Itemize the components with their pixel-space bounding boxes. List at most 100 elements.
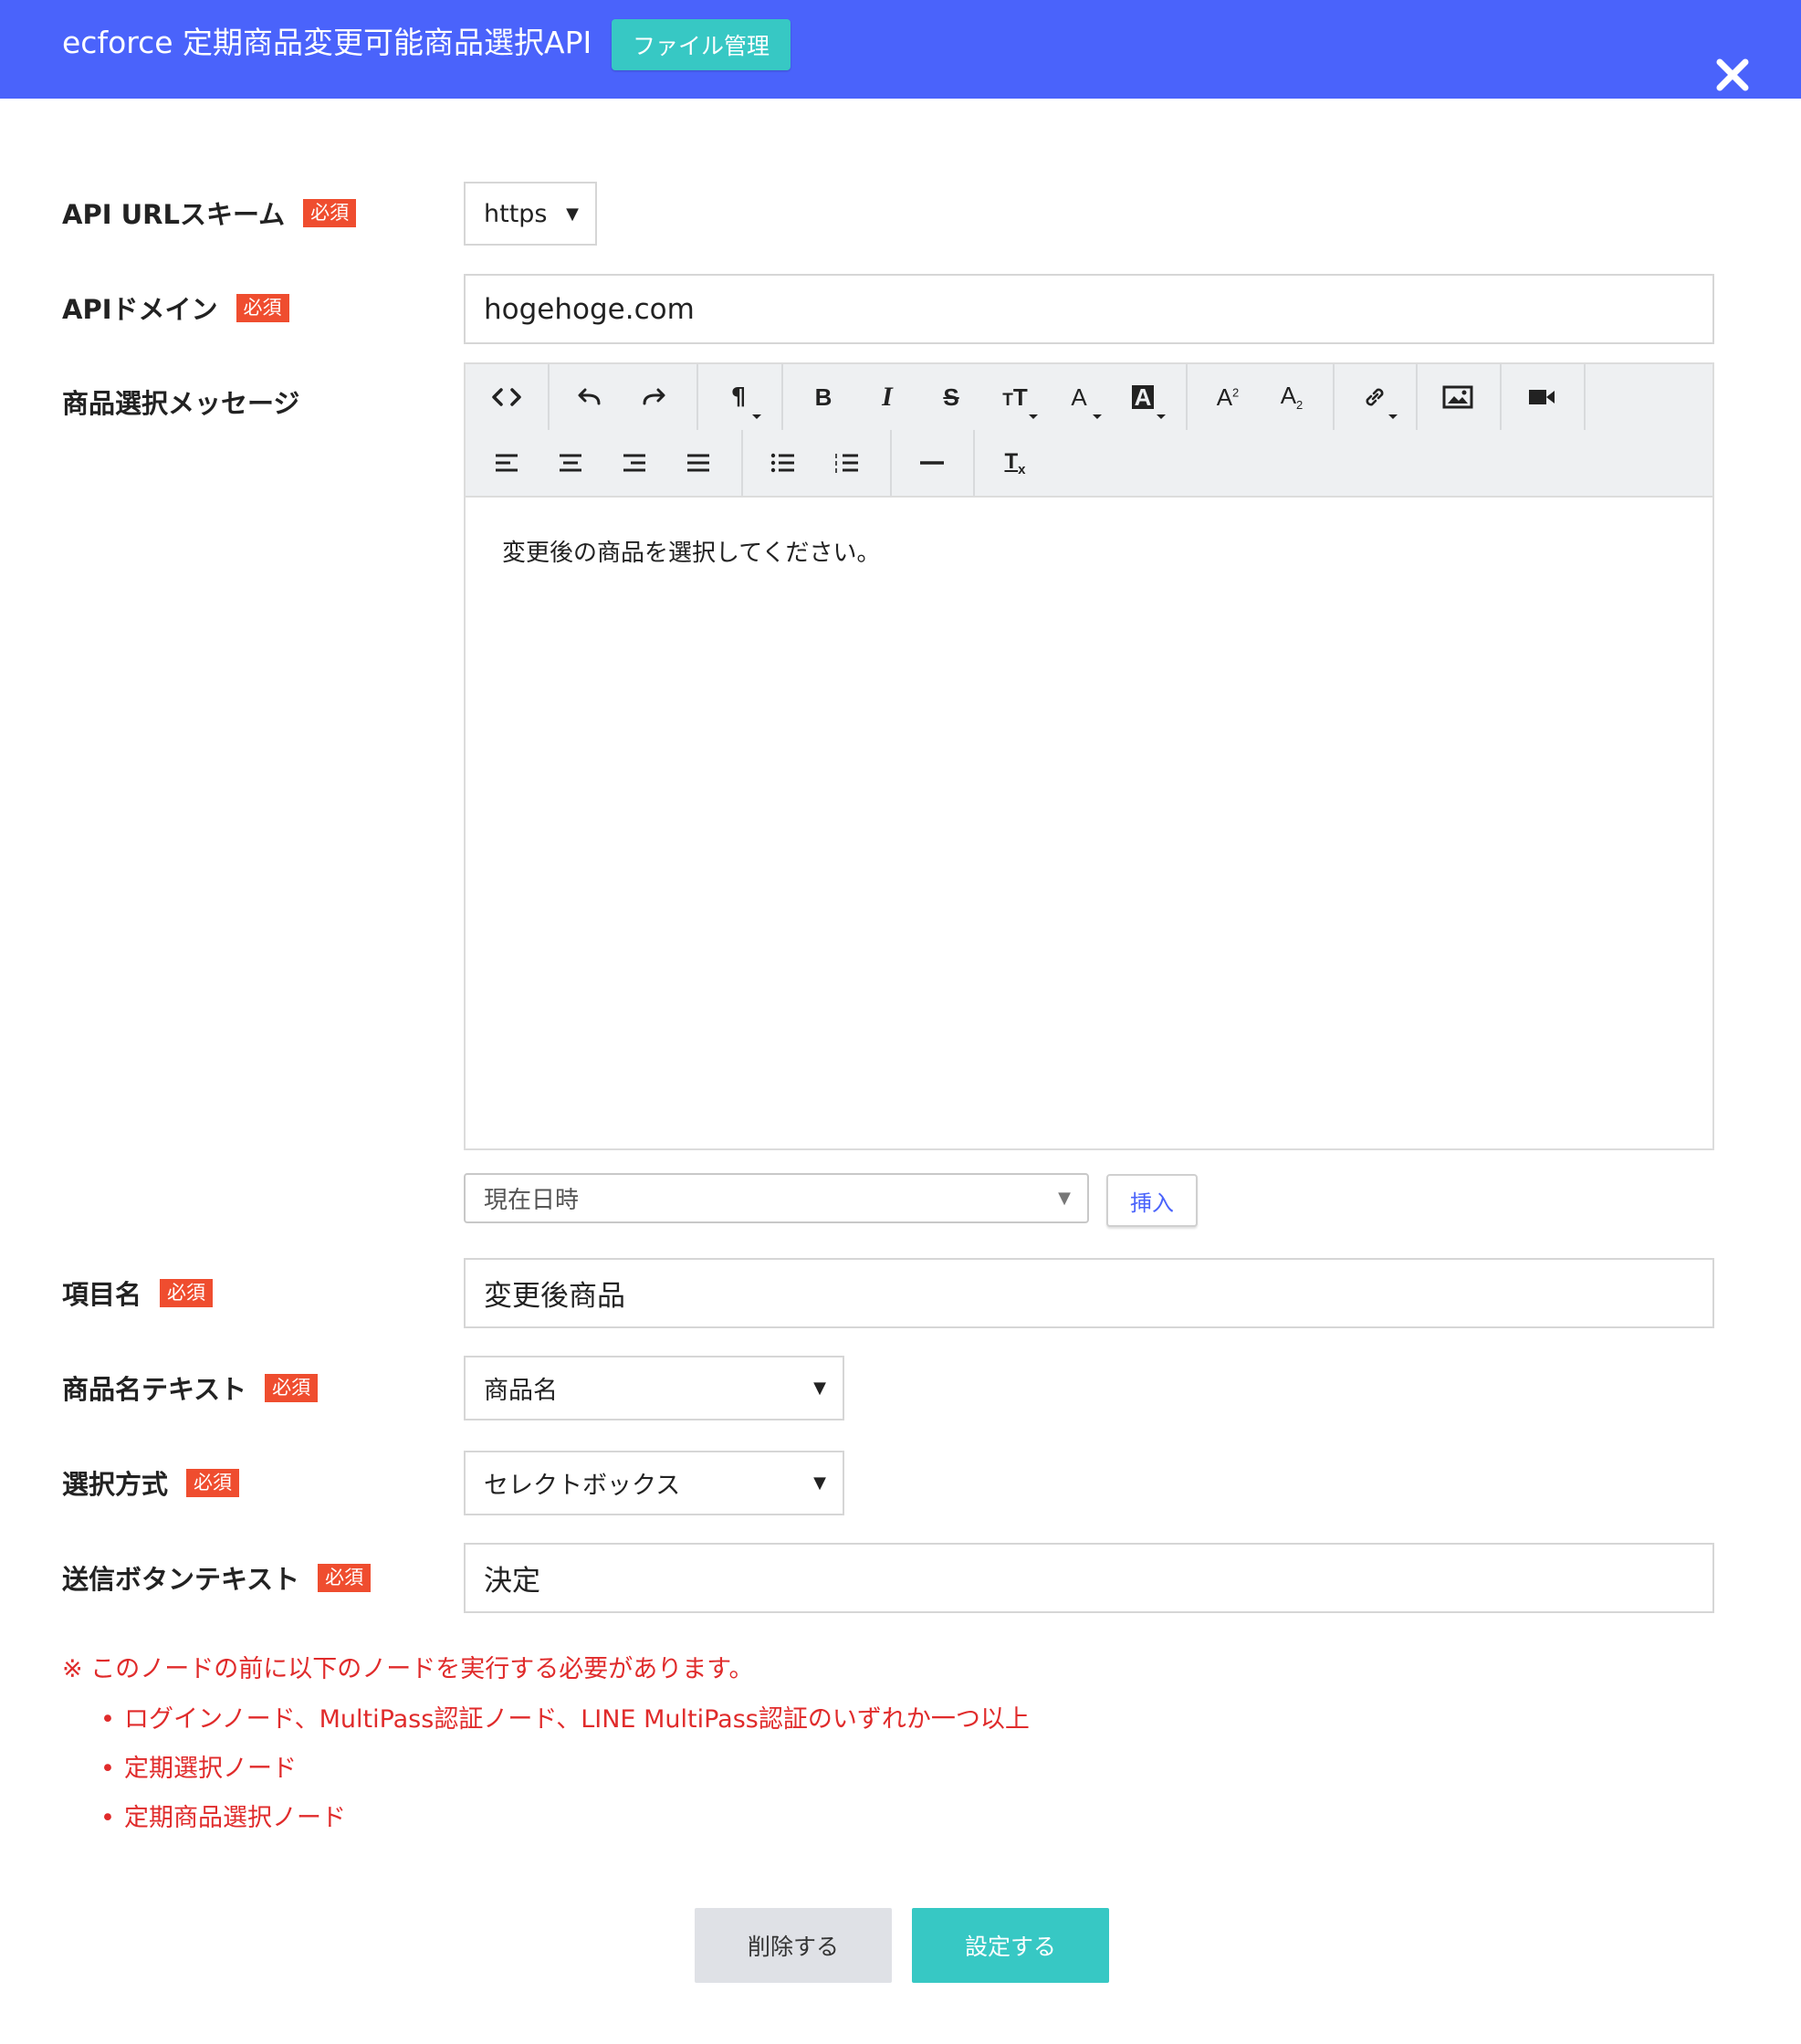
domain-input[interactable]: hogehoge.com	[464, 274, 1714, 344]
submit-text-label: 送信ボタンテキスト 必須	[62, 1559, 372, 1596]
superscript-button[interactable]: A2	[1196, 364, 1260, 430]
scheme-label: API URLスキーム 必須	[62, 194, 357, 231]
bullet-list-icon	[770, 453, 794, 473]
selection-method-label: 選択方式 必須	[62, 1464, 240, 1501]
close-icon[interactable]	[1712, 55, 1753, 95]
submit-text-label-text: 送信ボタンテキスト	[62, 1564, 300, 1595]
justify-icon	[687, 454, 709, 472]
editor-toolbar-row-1: ¶ B I S TT A A A2 A2	[466, 364, 1712, 432]
bold-icon: B	[814, 383, 832, 411]
domain-input-value: hogehoge.com	[484, 292, 695, 326]
strikethrough-button[interactable]: S	[919, 364, 983, 430]
variable-select-value: 現在日時	[484, 1187, 580, 1214]
prerequisite-notice: ※ このノードの前に以下のノードを実行する必要があります。	[62, 1655, 754, 1683]
item-name-label: 項目名 必須	[62, 1274, 214, 1311]
paragraph-icon: ¶	[730, 383, 747, 411]
align-right-button[interactable]	[602, 430, 666, 496]
clear-format-button[interactable]: Tx	[983, 430, 1047, 496]
product-name-text-select-value: 商品名	[484, 1377, 558, 1405]
superscript-icon: A2	[1216, 383, 1240, 411]
horizontal-rule-button[interactable]	[900, 430, 964, 496]
insert-button[interactable]: 挿入	[1106, 1174, 1198, 1227]
product-name-text-select[interactable]: 商品名 ▼	[464, 1356, 844, 1420]
font-size-button[interactable]: TT	[983, 364, 1047, 430]
message-label: 商品選択メッセージ	[62, 383, 299, 420]
link-button[interactable]	[1343, 364, 1407, 430]
file-management-button[interactable]: ファイル管理	[612, 19, 791, 70]
domain-label: APIドメイン 必須	[62, 289, 289, 326]
clear-format-icon: Tx	[1004, 448, 1026, 477]
strikethrough-icon: S	[943, 383, 959, 411]
submit-text-input[interactable]: 決定	[464, 1543, 1714, 1613]
rich-text-editor[interactable]: ¶ B I S TT A A A2 A2 Tx 変更後の商品を選択してください。	[464, 362, 1714, 1150]
variable-select[interactable]: 現在日時 ▼	[464, 1173, 1089, 1223]
background-color-icon: A	[1131, 385, 1155, 409]
scheme-select-value: https	[484, 199, 548, 228]
list-item: 定期選択ノード	[100, 1751, 1030, 1800]
product-name-text-label-text: 商品名テキスト	[62, 1374, 247, 1405]
item-name-input[interactable]: 変更後商品	[464, 1258, 1714, 1328]
required-badge: 必須	[236, 293, 289, 322]
required-badge: 必須	[265, 1373, 319, 1402]
insert-image-button[interactable]	[1426, 364, 1490, 430]
modal-header: ecforce 定期商品変更可能商品選択API ファイル管理	[0, 0, 1801, 99]
set-button[interactable]: 設定する	[912, 1908, 1109, 1983]
dropdown-arrow-icon: ▼	[813, 1473, 826, 1493]
item-name-input-value: 変更後商品	[484, 1280, 625, 1313]
italic-button[interactable]: I	[855, 364, 919, 430]
justify-button[interactable]	[666, 430, 730, 496]
font-size-icon: TT	[1002, 383, 1028, 411]
dropdown-arrow-icon: ▼	[813, 1378, 826, 1398]
align-center-button[interactable]	[539, 430, 602, 496]
required-badge: 必須	[160, 1278, 214, 1307]
subscript-icon: A2	[1280, 382, 1304, 413]
align-left-button[interactable]	[475, 430, 539, 496]
code-icon	[492, 388, 521, 406]
dropdown-arrow-icon: ▼	[1058, 1189, 1071, 1208]
font-color-icon: A	[1071, 383, 1087, 411]
align-center-icon	[560, 454, 581, 472]
numbered-list-icon	[835, 454, 858, 473]
redo-button[interactable]	[622, 364, 686, 430]
dropdown-arrow-icon: ▼	[566, 204, 579, 224]
item-name-label-text: 項目名	[62, 1279, 142, 1310]
horizontal-rule-icon	[920, 461, 944, 465]
redo-icon	[643, 388, 665, 405]
background-color-button[interactable]: A	[1111, 364, 1175, 430]
selection-method-select[interactable]: セレクトボックス ▼	[464, 1451, 844, 1515]
editor-toolbar-row-2: Tx	[466, 430, 1712, 498]
scheme-label-text: API URLスキーム	[62, 199, 286, 230]
font-color-button[interactable]: A	[1047, 364, 1111, 430]
product-name-text-label: 商品名テキスト 必須	[62, 1369, 319, 1406]
align-left-icon	[496, 454, 518, 472]
undo-icon	[578, 388, 601, 405]
code-view-button[interactable]	[475, 364, 539, 430]
scheme-select[interactable]: https ▼	[464, 182, 597, 246]
modal-title: ecforce 定期商品変更可能商品選択API	[62, 25, 592, 60]
message-label-text: 商品選択メッセージ	[62, 388, 300, 419]
bold-button[interactable]: B	[791, 364, 855, 430]
editor-content[interactable]: 変更後の商品を選択してください。	[502, 534, 880, 568]
subscript-button[interactable]: A2	[1260, 364, 1324, 430]
undo-button[interactable]	[558, 364, 622, 430]
required-badge: 必須	[318, 1563, 372, 1592]
paragraph-style-button[interactable]: ¶	[707, 364, 770, 430]
insert-video-button[interactable]	[1510, 364, 1574, 430]
prerequisite-list: ログインノード、MultiPass認証ノード、LINE MultiPass認証の…	[100, 1702, 1030, 1850]
required-badge: 必須	[303, 198, 357, 227]
domain-label-text: APIドメイン	[62, 294, 218, 325]
submit-text-input-value: 決定	[484, 1565, 540, 1598]
list-item: ログインノード、MultiPass認証ノード、LINE MultiPass認証の…	[100, 1702, 1030, 1751]
video-icon	[1529, 390, 1555, 404]
image-icon	[1442, 385, 1473, 409]
list-item: 定期商品選択ノード	[100, 1800, 1030, 1850]
delete-button[interactable]: 削除する	[695, 1908, 892, 1983]
link-icon	[1366, 388, 1384, 406]
align-right-icon	[623, 454, 645, 472]
selection-method-label-text: 選択方式	[62, 1469, 169, 1500]
ordered-list-button[interactable]	[815, 430, 879, 496]
required-badge: 必須	[186, 1468, 240, 1497]
italic-icon: I	[882, 382, 893, 412]
unordered-list-button[interactable]	[751, 430, 815, 496]
selection-method-select-value: セレクトボックス	[484, 1472, 681, 1500]
